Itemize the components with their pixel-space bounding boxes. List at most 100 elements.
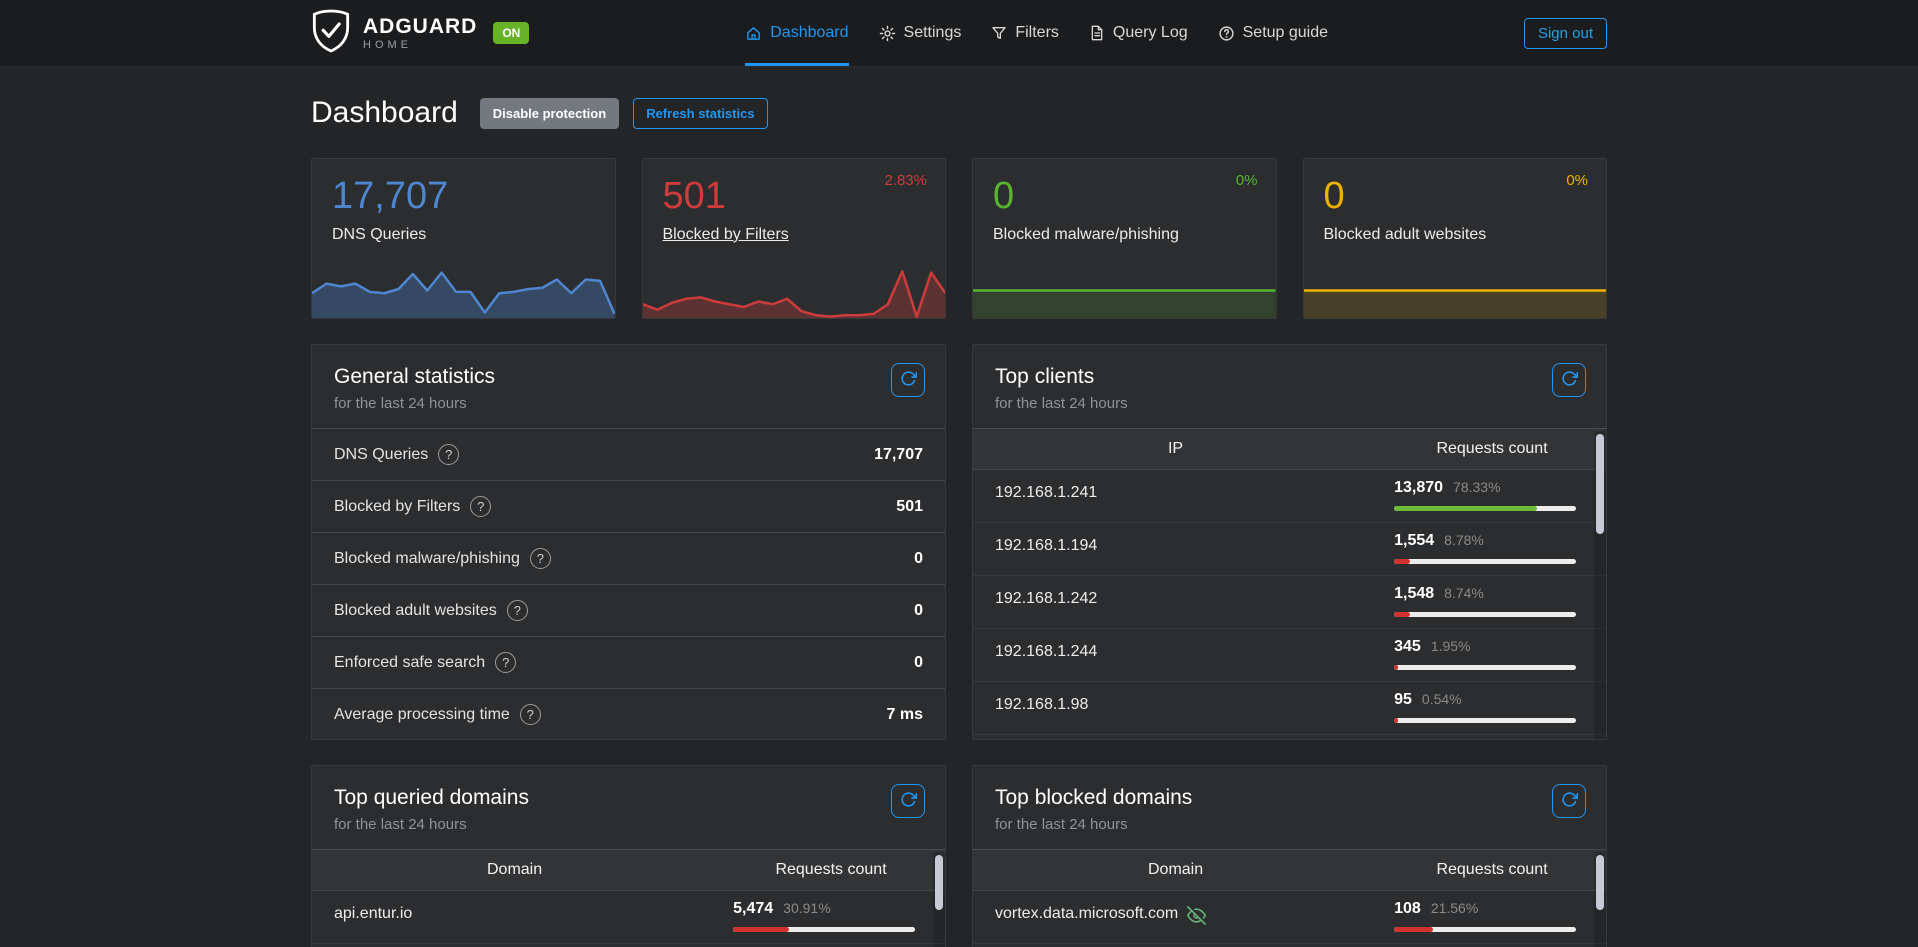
progress-bar-fill [1394,506,1536,511]
funnel-icon [991,25,1007,41]
middle-cards-row: General statistics for the last 24 hours… [311,344,1607,740]
brand-text: ADGUARD HOME [363,16,477,51]
refresh-card-button[interactable] [1552,363,1586,397]
scrollbar-track [1594,431,1606,739]
shield-check-logo-icon [311,9,351,58]
nav-item-filters[interactable]: Filters [991,0,1059,66]
stat-row-value: 0 [914,654,923,672]
nav-item-dashboard[interactable]: Dashboard [745,0,848,66]
nav-item-query-log[interactable]: Query Log [1089,0,1188,66]
progress-bar-fill [733,927,789,932]
requests-count-cell: 345 1.95% [1378,629,1606,681]
sparkline-chart [1304,263,1607,318]
sparkline-chart [973,263,1276,318]
client-row-192-168-1-241[interactable]: 192.168.1.241 13,870 78.33% [973,470,1606,523]
card-head: Top blocked domains for the last 24 hour… [973,766,1606,849]
nav-links: Dashboard Settings Filters Query Log [549,0,1524,66]
nav-item-label: Setup guide [1243,24,1328,42]
top-blocked-domains-card: Top blocked domains for the last 24 hour… [972,765,1607,947]
scrollbar-thumb[interactable] [935,855,943,910]
column-header-requests-count: Requests count [1378,861,1606,879]
refresh-icon [1561,370,1578,390]
requests-percent: 8.78% [1444,532,1484,548]
scrollbar-thumb[interactable] [1596,855,1604,910]
requests-count-value: 345 [1394,638,1421,656]
general-statistics-card: General statistics for the last 24 hours… [311,344,946,740]
page-head: Dashboard Disable protection Refresh sta… [311,96,1607,130]
requests-count-cell: 95 0.54% [1378,682,1606,734]
refresh-statistics-button[interactable]: Refresh statistics [633,98,767,129]
stat-row-value: 501 [896,498,923,516]
general-statistics-rows: DNS Queries ? 17,707 Blocked by Filters … [312,428,945,740]
requests-count-value: 108 [1394,900,1421,918]
sign-out-button[interactable]: Sign out [1524,18,1607,49]
domain-row-api-entur-io[interactable]: api.entur.io 5,474 30.91% [312,891,945,944]
client-row-192-168-1-244[interactable]: 192.168.1.244 345 1.95% [973,629,1606,682]
disable-protection-button[interactable]: Disable protection [480,98,619,129]
stat-row-value: 0 [914,550,923,568]
progress-bar [1394,612,1576,617]
stat-label[interactable]: Blocked by Filters [663,226,789,244]
stat-percent: 0% [1566,172,1588,189]
column-header-requests-count: Requests count [1378,440,1606,458]
stat-row-value: 0 [914,602,923,620]
stat-card-blocked-adult: 0% 0 Blocked adult websites [1303,158,1608,319]
progress-bar-fill [1394,612,1410,617]
gear-icon [879,25,896,42]
refresh-icon [900,791,917,811]
stat-value: 0 [993,175,1276,219]
domain-name: api.entur.io [312,891,717,943]
client-ip: 192.168.1.241 [973,470,1378,522]
help-circle-icon[interactable]: ? [438,444,459,465]
help-circle-icon[interactable]: ? [495,652,516,673]
client-row-192-168-1-98[interactable]: 192.168.1.98 95 0.54% [973,682,1606,735]
navbar-inner: ADGUARD HOME ON Dashboard Settings Filt [311,0,1607,66]
dashboard-page: Dashboard Disable protection Refresh sta… [311,96,1607,947]
progress-bar-fill [1394,559,1410,564]
stat-row-label: DNS Queries [334,446,428,464]
progress-bar-fill [1394,665,1398,670]
help-circle-icon[interactable]: ? [520,704,541,725]
requests-percent: 1.95% [1431,638,1471,654]
table-body: 192.168.1.241 13,870 78.33% [973,470,1606,735]
table-body: vortex.data.microsoft.com 108 [973,891,1606,944]
client-ip: 192.168.1.244 [973,629,1378,681]
requests-count-value: 13,870 [1394,479,1443,497]
requests-percent: 8.74% [1444,585,1484,601]
scrollbar-thumb[interactable] [1596,434,1604,534]
client-row-192-168-1-194[interactable]: 192.168.1.194 1,554 8.78% [973,523,1606,576]
requests-count-value: 1,554 [1394,532,1434,550]
progress-bar [1394,506,1576,511]
tracker-eye-off-icon [1187,905,1206,930]
stat-row-average-processing-time: Average processing time ? 7 ms [312,689,945,740]
requests-count-cell: 1,554 8.78% [1378,523,1606,575]
card-head: Top queried domains for the last 24 hour… [312,766,945,849]
requests-count-cell: 108 21.56% [1378,891,1606,943]
client-row-192-168-1-242[interactable]: 192.168.1.242 1,548 8.74% [973,576,1606,629]
nav-item-setup-guide[interactable]: Setup guide [1218,0,1328,66]
refresh-icon [900,370,917,390]
top-clients-card: Top clients for the last 24 hours IP Req… [972,344,1607,740]
sparkline-chart [643,263,946,318]
card-title: Top blocked domains [995,786,1584,810]
requests-percent: 21.56% [1431,900,1478,916]
stat-row-blocked-malware-phishing: Blocked malware/phishing ? 0 [312,533,945,585]
requests-percent: 30.91% [783,900,830,916]
domain-row-vortex-data-microsoft-com[interactable]: vortex.data.microsoft.com 108 [973,891,1606,944]
domain-name: vortex.data.microsoft.com [973,891,1378,943]
nav-item-settings[interactable]: Settings [879,0,962,66]
refresh-card-button[interactable] [891,363,925,397]
stat-row-enforced-safe-search: Enforced safe search ? 0 [312,637,945,689]
stat-percent: 0% [1236,172,1258,189]
refresh-card-button[interactable] [891,784,925,818]
refresh-card-button[interactable] [1552,784,1586,818]
help-circle-icon[interactable]: ? [507,600,528,621]
requests-count-cell: 5,474 30.91% [717,891,945,943]
card-subtitle: for the last 24 hours [995,395,1584,412]
requests-count-value: 5,474 [733,900,773,918]
stat-value: 0 [1324,175,1607,219]
help-circle-icon[interactable]: ? [530,548,551,569]
stat-percent: 2.83% [884,172,927,189]
help-circle-icon[interactable]: ? [470,496,491,517]
stat-row-label: Blocked adult websites [334,602,497,620]
